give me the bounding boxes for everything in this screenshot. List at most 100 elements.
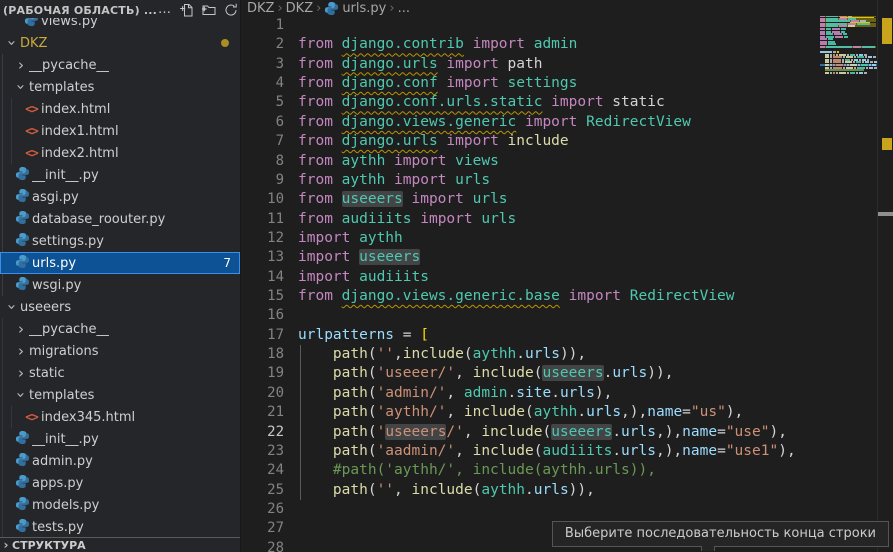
code-token: useeers	[542, 365, 603, 381]
code-token: include	[403, 346, 464, 362]
code-token: 'aadmin/'	[377, 443, 456, 459]
breadcrumb-item[interactable]: DKZ	[247, 1, 274, 16]
overview-ruler-marker	[878, 212, 893, 216]
tree-item-admin-py[interactable]: admin.py	[0, 450, 240, 472]
file-tree: views.py›DKZ›__pycache__›templates<>inde…	[0, 16, 240, 538]
breadcrumb-item[interactable]: DKZ	[286, 1, 313, 16]
breadcrumb-item[interactable]: urls.py	[342, 1, 386, 16]
chevron-right-icon[interactable]: ›	[13, 343, 29, 359]
code-line[interactable]: 4from django.conf import settings	[241, 74, 877, 93]
editor-scrollbar[interactable]	[877, 0, 893, 552]
code-token: path	[333, 385, 368, 401]
breadcrumb-separator: ›	[389, 1, 394, 16]
code-line[interactable]: 15from django.views.generic.base import …	[241, 287, 877, 306]
chevron-right-icon[interactable]: ›	[13, 365, 29, 381]
code-token: path	[333, 404, 368, 420]
code-token: =	[682, 404, 691, 420]
code-line[interactable]: 11from audiiits import urls	[241, 210, 877, 229]
code-token: from	[298, 288, 342, 304]
tree-item-asgi-py[interactable]: asgi.py	[0, 186, 240, 208]
python-file-icon	[13, 452, 32, 471]
tree-item-settings-py[interactable]: settings.py	[0, 230, 240, 252]
code-area[interactable]: 12from django.contrib import admin3from …	[241, 16, 877, 552]
code-line[interactable]: 21 path('aythh/', include(aythh.urls,),n…	[241, 403, 877, 422]
tree-item-index-html[interactable]: <>index.html	[0, 98, 240, 120]
code-line[interactable]: 16	[241, 306, 877, 325]
chevron-down-icon[interactable]: ›	[4, 35, 20, 51]
tree-item--pycache-[interactable]: ›__pycache__	[0, 318, 240, 340]
chevron-down-icon[interactable]: ›	[13, 387, 29, 403]
code-token: )),	[647, 365, 673, 381]
tree-item-label: DKZ	[20, 36, 47, 51]
tree-item-migrations[interactable]: ›migrations	[0, 340, 240, 362]
code-line[interactable]: 1	[241, 16, 877, 35]
code-token: )),	[569, 482, 595, 498]
line-number: 27	[241, 519, 284, 538]
code-line[interactable]: 17urlpatterns = [	[241, 326, 877, 345]
python-file-icon	[13, 474, 32, 493]
code-line[interactable]: 3from django.urls import path	[241, 55, 877, 74]
tree-item-tests-py[interactable]: tests.py	[0, 516, 240, 538]
code-line[interactable]: 10from useeers import urls	[241, 190, 877, 209]
chevron-right-icon[interactable]: ›	[13, 57, 29, 73]
code-line[interactable]: 19 path('useeer/', include(useeers.urls)…	[241, 364, 877, 383]
more-actions-icon[interactable]: …	[157, 2, 173, 18]
chevron-down-icon[interactable]: ›	[4, 299, 20, 315]
code-token: static	[612, 94, 664, 110]
tree-item--init-py[interactable]: __init__.py	[0, 164, 240, 186]
chevron-down-icon[interactable]: ›	[13, 79, 29, 95]
tree-item-wsgi-py[interactable]: wsgi.py	[0, 274, 240, 296]
code-line[interactable]: 7from django.urls import include	[241, 132, 877, 151]
code-line[interactable]: 14import audiiits	[241, 268, 877, 287]
code-line[interactable]: 6from django.views.generic import Redire…	[241, 113, 877, 132]
new-file-icon[interactable]	[179, 2, 195, 18]
code-line[interactable]: 24 #path('aythh/', include(aythh.urls)),	[241, 461, 877, 480]
overview-ruler-marker	[882, 18, 892, 44]
code-token: django.urls	[342, 133, 438, 149]
code-token: urls	[455, 172, 490, 188]
tree-item-urls-py[interactable]: urls.py7	[0, 252, 240, 274]
tree-item-index2-html[interactable]: <>index2.html	[0, 142, 240, 164]
tree-item-templates[interactable]: ›templates	[0, 76, 240, 98]
code-line[interactable]: 18 path('',include(aythh.urls)),	[241, 345, 877, 364]
code-line[interactable]: 8from aythh import views	[241, 152, 877, 171]
code-line[interactable]: 12import aythh	[241, 229, 877, 248]
code-text: import useeers	[284, 248, 420, 267]
code-line[interactable]: 26	[241, 500, 877, 519]
new-folder-icon[interactable]	[201, 2, 217, 18]
tree-item--init-py[interactable]: __init__.py	[0, 428, 240, 450]
tree-item-models-py[interactable]: models.py	[0, 494, 240, 516]
code-token: RedirectView	[586, 114, 691, 130]
tree-item-dkz[interactable]: ›DKZ	[0, 32, 240, 54]
tree-item-useeers[interactable]: ›useeers	[0, 296, 240, 318]
code-token: import	[542, 94, 612, 110]
tree-item-apps-py[interactable]: apps.py	[0, 472, 240, 494]
minimap[interactable]	[820, 10, 877, 86]
code-line[interactable]: 5from django.conf.urls.static import sta…	[241, 93, 877, 112]
tree-item-index345-html[interactable]: <>index345.html	[0, 406, 240, 428]
line-number: 28	[241, 539, 284, 552]
refresh-icon[interactable]	[223, 2, 239, 18]
code-line[interactable]: 9from aythh import urls	[241, 171, 877, 190]
code-line[interactable]: 25 path('', include(aythh.urls)),	[241, 481, 877, 500]
explorer-section-header[interactable]: (РАБОЧАЯ ОБЛАСТЬ) ... …	[0, 0, 240, 18]
chevron-right-icon[interactable]: ›	[13, 321, 29, 337]
code-line[interactable]: 23 path('aadmin/', include(audiiits.urls…	[241, 442, 877, 461]
tree-item-static[interactable]: ›static	[0, 362, 240, 384]
code-token: aythh	[359, 230, 403, 246]
tree-item-index1-html[interactable]: <>index1.html	[0, 120, 240, 142]
outline-section-header[interactable]: › СТРУКТУРА	[0, 537, 240, 552]
breadcrumb-item[interactable]: ...	[398, 1, 410, 16]
code-token: ,	[446, 404, 463, 420]
code-token: import	[403, 191, 473, 207]
tree-item-templates[interactable]: ›templates	[0, 384, 240, 406]
code-line[interactable]: 20 path('admin/', admin.site.urls),	[241, 384, 877, 403]
code-line[interactable]: 22 path('useeers/', include(useeers.urls…	[241, 423, 877, 442]
code-line[interactable]: 2from django.contrib import admin	[241, 35, 877, 54]
tree-item-database-roouter-py[interactable]: database_roouter.py	[0, 208, 240, 230]
tree-item--pycache-[interactable]: ›__pycache__	[0, 54, 240, 76]
code-text: from django.urls import path	[284, 55, 542, 74]
code-token: =	[394, 327, 420, 343]
code-token: ,	[455, 365, 472, 381]
code-line[interactable]: 13import useeers	[241, 248, 877, 267]
